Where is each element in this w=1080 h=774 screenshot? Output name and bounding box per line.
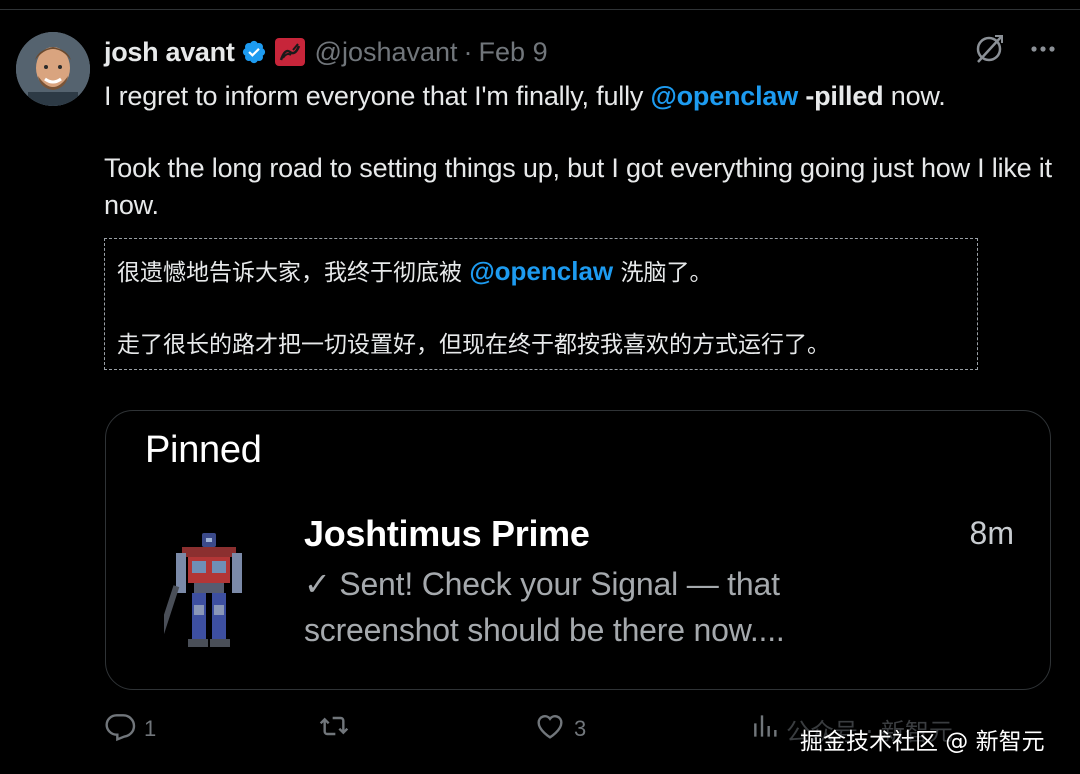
translation-paragraph-2: 走了很长的路才把一切设置好，但现在终于都按我喜欢的方式运行了。 [117,332,830,358]
divider [0,9,1080,10]
repost-button[interactable] [318,710,358,748]
translation-segment: 很遗憾地告诉大家，我终于彻底被 [117,260,470,286]
views-button[interactable] [750,710,782,748]
robot-avatar-image [158,529,254,649]
watermark: 掘金技术社区 @ 新智元 [800,729,1045,755]
post-header: josh avant @joshavant · Feb 9 [104,34,548,70]
post-paragraph-1: I regret to inform everyone that I'm fin… [104,78,1054,115]
separator-dot: · [463,36,473,67]
post-paragraph-2: Took the long road to setting things up,… [104,153,1052,220]
post-text-segment: now. [883,81,946,111]
author-handle[interactable]: @joshavant [315,37,458,68]
verified-badge-icon [241,39,267,65]
heart-icon [534,710,566,748]
post-container: josh avant @joshavant · Feb 9 I regret t… [0,0,1080,774]
mention-link[interactable]: @openclaw [650,81,798,111]
chat-contact-name: Joshtimus Prime [304,513,590,554]
like-button[interactable]: 3 [534,710,586,748]
avatar[interactable] [16,32,90,106]
chat-timestamp: 8m [969,515,1014,551]
pinned-section-title: Pinned [145,429,262,471]
translation-mention: @openclaw [469,256,614,286]
repost-icon [318,710,350,748]
reply-count: 1 [144,716,157,741]
attached-image[interactable]: Pinned Joshtimus Prime 8m ✓ Sent! Check … [105,410,1051,690]
red-flag-emoji-icon [274,38,305,66]
translation-segment: 洗脑了。 [613,260,713,286]
reply-icon [104,710,136,748]
author-name[interactable]: josh avant [104,37,235,68]
post-date[interactable]: Feb 9 [479,37,548,68]
reply-button[interactable]: 1 [104,710,156,748]
more-dots-icon[interactable] [1028,34,1058,64]
post-text-segment: I regret to inform everyone that I'm fin… [104,81,651,111]
views-icon [750,710,782,748]
post-text-bold: -pilled [798,81,884,111]
post-text: I regret to inform everyone that I'm fin… [104,78,1054,224]
translation-box: 很遗憾地告诉大家，我终于彻底被 @openclaw 洗脑了。 走了很长的路才把一… [104,238,978,370]
translation-paragraph-1: 很遗憾地告诉大家，我终于彻底被 @openclaw 洗脑了。 [117,253,965,291]
header-actions [972,32,1058,66]
grok-icon[interactable] [972,32,1006,66]
like-count: 3 [574,716,587,741]
chat-message-preview: ✓ Sent! Check your Signal — that screens… [304,566,785,648]
